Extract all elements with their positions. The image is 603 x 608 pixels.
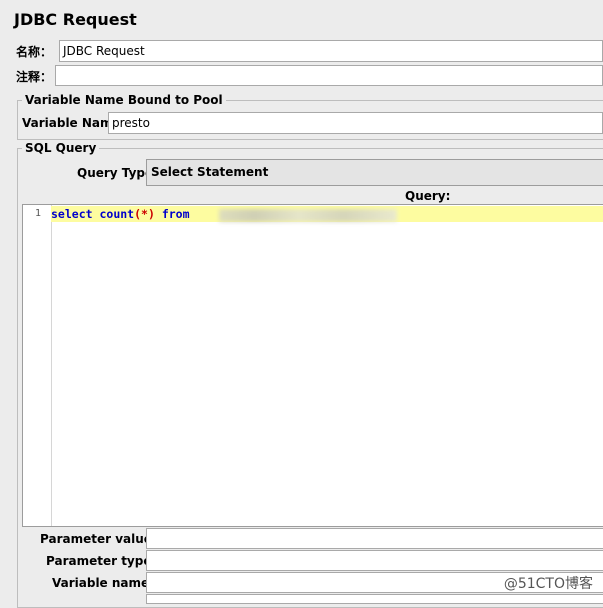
- next-param-field[interactable]: [146, 594, 603, 604]
- pool-group-legend: Variable Name Bound to Pool: [22, 93, 226, 107]
- parameter-values-field[interactable]: [146, 528, 603, 549]
- query-label: Query:: [405, 189, 451, 203]
- parameter-types-field[interactable]: [146, 550, 603, 571]
- comment-label: 注释：: [16, 70, 53, 84]
- watermark: @51CTO博客: [503, 576, 593, 592]
- sql-query-group-legend: SQL Query: [22, 141, 100, 155]
- variable-names-label: Variable names:: [52, 576, 162, 590]
- line-number: 1: [34, 208, 41, 219]
- variable-name-field[interactable]: presto: [108, 112, 603, 134]
- sql-keyword-from: from: [161, 207, 190, 221]
- sql-code-line: select count(*) from: [51, 207, 190, 221]
- line-number-gutter: 1: [23, 205, 52, 526]
- sql-keyword-select: select: [51, 207, 93, 221]
- query-type-select[interactable]: Select Statement: [146, 159, 603, 186]
- sql-function-count: count: [99, 207, 135, 221]
- redacted-table-name: [219, 209, 397, 222]
- sql-count-args: (*): [134, 207, 155, 221]
- name-field[interactable]: JDBC Request: [59, 40, 603, 62]
- sql-editor[interactable]: 1 select count(*) from: [22, 204, 603, 527]
- comment-field[interactable]: [55, 65, 603, 86]
- page-title: JDBC Request: [14, 10, 137, 29]
- name-label: 名称：: [16, 45, 53, 59]
